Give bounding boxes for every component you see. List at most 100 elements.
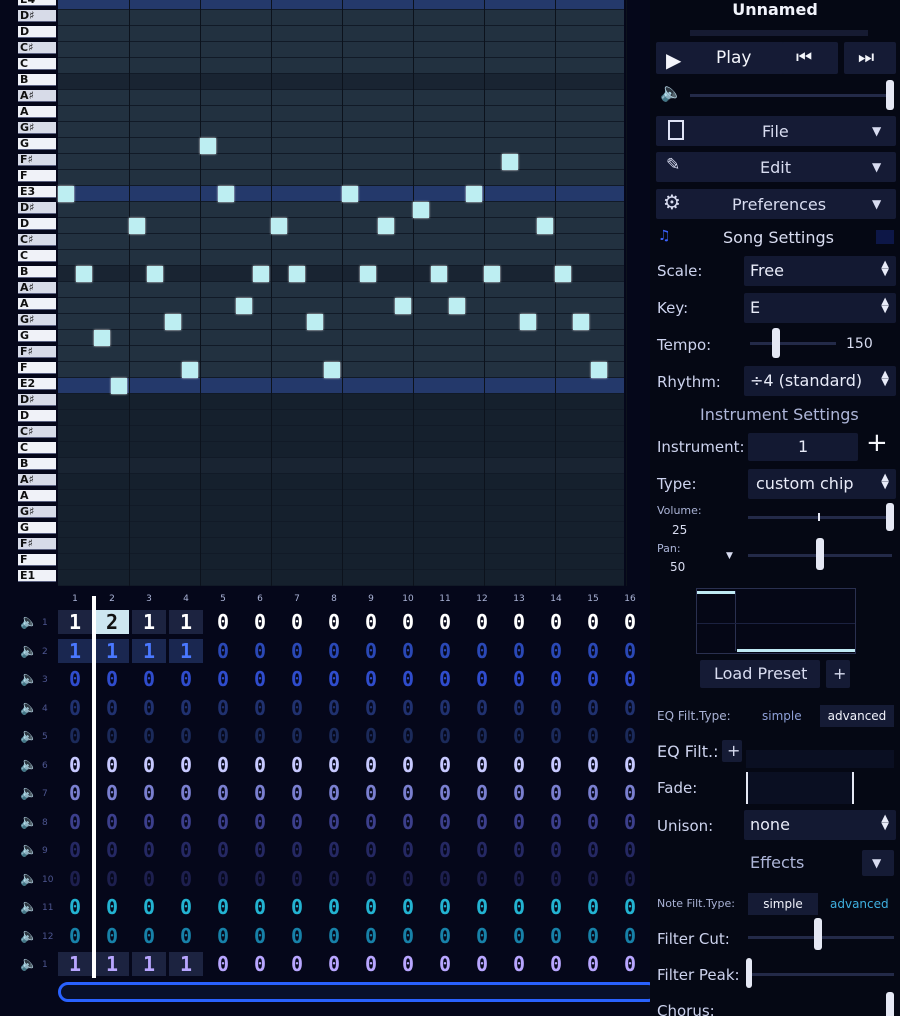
pattern-cell[interactable]: 0 xyxy=(576,810,610,834)
piano-key[interactable]: D xyxy=(18,26,56,38)
grid-row[interactable] xyxy=(58,74,624,90)
pattern-cell[interactable]: 0 xyxy=(391,867,425,891)
pattern-cell[interactable]: 0 xyxy=(391,781,425,805)
piano-key[interactable]: G xyxy=(18,138,56,150)
pattern-cell[interactable]: 0 xyxy=(354,753,388,777)
piano-key[interactable]: E1 xyxy=(18,570,56,582)
pattern-cell[interactable]: 0 xyxy=(132,867,166,891)
pattern-cell[interactable]: 0 xyxy=(243,639,277,663)
pattern-cell[interactable]: 0 xyxy=(613,952,647,976)
note-block[interactable] xyxy=(430,266,447,282)
grid-row[interactable] xyxy=(58,202,624,218)
piano-key[interactable]: G♯ xyxy=(18,122,56,134)
pattern-cell[interactable]: 0 xyxy=(576,781,610,805)
pattern-cell[interactable]: 0 xyxy=(206,639,240,663)
pattern-cell[interactable]: 0 xyxy=(243,724,277,748)
pattern-cell[interactable]: 0 xyxy=(317,667,351,691)
pattern-cell[interactable]: 0 xyxy=(539,696,573,720)
pattern-cell[interactable]: 0 xyxy=(206,895,240,919)
note-block[interactable] xyxy=(93,330,110,346)
grid-row[interactable] xyxy=(58,154,624,170)
grid-row[interactable] xyxy=(58,186,624,202)
pattern-cell[interactable]: 0 xyxy=(428,952,462,976)
channel-mute-speaker-icon[interactable]: 🔈 xyxy=(20,643,40,659)
pattern-cell[interactable]: 0 xyxy=(539,838,573,862)
grid-row[interactable] xyxy=(58,10,624,26)
pattern-cell[interactable]: 0 xyxy=(95,924,129,948)
pattern-cell[interactable]: 0 xyxy=(58,838,92,862)
pattern-cell[interactable]: 0 xyxy=(539,781,573,805)
pattern-cell[interactable]: 0 xyxy=(391,895,425,919)
pattern-cell[interactable]: 0 xyxy=(169,838,203,862)
pattern-sequencer[interactable]: 1 2 3 4 5 6 7 8 9 10 11 12 13 14 15 16 🔈 1 1 2 1 1 0 0 0 0 0 0 0 0 0 0… xyxy=(0,590,658,1016)
add-preset-button[interactable]: + xyxy=(826,660,850,688)
pattern-cell[interactable]: 0 xyxy=(428,924,462,948)
grid-row[interactable] xyxy=(58,170,624,186)
channel-mute-speaker-icon[interactable]: 🔈 xyxy=(20,614,40,630)
pattern-cell[interactable]: 0 xyxy=(465,639,499,663)
pattern-cell[interactable]: 0 xyxy=(576,667,610,691)
note-block[interactable] xyxy=(572,314,589,330)
note-block[interactable] xyxy=(182,362,199,378)
pattern-cell[interactable]: 0 xyxy=(539,810,573,834)
eq-filt-display[interactable] xyxy=(746,750,894,768)
pattern-cell[interactable]: 0 xyxy=(502,667,536,691)
pattern-cell[interactable]: 0 xyxy=(206,924,240,948)
piano-key[interactable]: C♯ xyxy=(18,42,56,54)
pattern-cell[interactable]: 0 xyxy=(354,610,388,634)
note-block[interactable] xyxy=(466,186,483,202)
pattern-cell[interactable]: 0 xyxy=(391,753,425,777)
pattern-cell[interactable]: 1 xyxy=(169,638,203,663)
pattern-cell[interactable]: 0 xyxy=(243,924,277,948)
note-advanced-button[interactable]: advanced xyxy=(830,897,889,911)
pattern-cell[interactable]: 0 xyxy=(58,781,92,805)
song-scrollbar[interactable] xyxy=(58,982,658,1002)
note-block[interactable] xyxy=(342,186,358,202)
channel-mute-speaker-icon[interactable]: 🔈 xyxy=(20,671,40,687)
grid-row[interactable] xyxy=(58,554,624,570)
pattern-cell[interactable]: 0 xyxy=(169,753,203,777)
note-block[interactable] xyxy=(111,378,128,394)
pattern-cell[interactable]: 0 xyxy=(539,867,573,891)
pattern-cell[interactable]: 0 xyxy=(613,639,647,663)
pattern-cell[interactable]: 0 xyxy=(465,810,499,834)
pattern-cell[interactable]: 0 xyxy=(428,610,462,634)
pattern-cell[interactable]: 0 xyxy=(613,724,647,748)
pattern-cell[interactable]: 0 xyxy=(243,810,277,834)
pattern-cell[interactable]: 0 xyxy=(465,924,499,948)
pattern-cell[interactable]: 0 xyxy=(539,639,573,663)
pattern-cell[interactable]: 0 xyxy=(206,667,240,691)
pattern-cell[interactable]: 0 xyxy=(465,610,499,634)
grid-row[interactable] xyxy=(58,410,624,426)
note-block[interactable] xyxy=(200,138,216,154)
pattern-cell[interactable]: 1 xyxy=(132,610,166,634)
pattern-cell[interactable]: 0 xyxy=(243,667,277,691)
piano-key[interactable]: A xyxy=(18,298,56,310)
pan-thumb[interactable] xyxy=(816,538,824,570)
piano-key[interactable]: F♯ xyxy=(18,154,56,166)
note-block[interactable] xyxy=(359,266,376,282)
pattern-cell[interactable]: 0 xyxy=(502,952,536,976)
pattern-cell[interactable]: 0 xyxy=(502,753,536,777)
next-bar-button[interactable]: ⏭ xyxy=(844,42,896,74)
pattern-cell[interactable]: 0 xyxy=(132,924,166,948)
pattern-cell[interactable]: 0 xyxy=(280,781,314,805)
pattern-cell[interactable]: 0 xyxy=(465,838,499,862)
effects-dropdown[interactable]: ▼ xyxy=(862,850,894,876)
pattern-cell[interactable]: 0 xyxy=(576,867,610,891)
note-block[interactable] xyxy=(235,298,252,314)
pattern-cell[interactable]: 0 xyxy=(354,924,388,948)
piano-key[interactable]: F xyxy=(18,362,56,374)
pattern-cell[interactable]: 0 xyxy=(169,667,203,691)
channel-mute-speaker-icon[interactable]: 🔈 xyxy=(20,956,40,972)
pattern-cell[interactable]: 0 xyxy=(576,952,610,976)
channel-mute-speaker-icon[interactable]: 🔈 xyxy=(20,814,40,830)
pattern-cell[interactable]: 0 xyxy=(354,838,388,862)
note-block[interactable] xyxy=(448,298,465,314)
tempo-track[interactable] xyxy=(750,342,836,345)
key-select[interactable]: E ▲ ▼ xyxy=(744,293,896,323)
pattern-cell[interactable]: 0 xyxy=(58,867,92,891)
pattern-cell[interactable]: 0 xyxy=(502,895,536,919)
pattern-cell[interactable]: 0 xyxy=(243,838,277,862)
volume-thumb[interactable] xyxy=(886,503,894,531)
